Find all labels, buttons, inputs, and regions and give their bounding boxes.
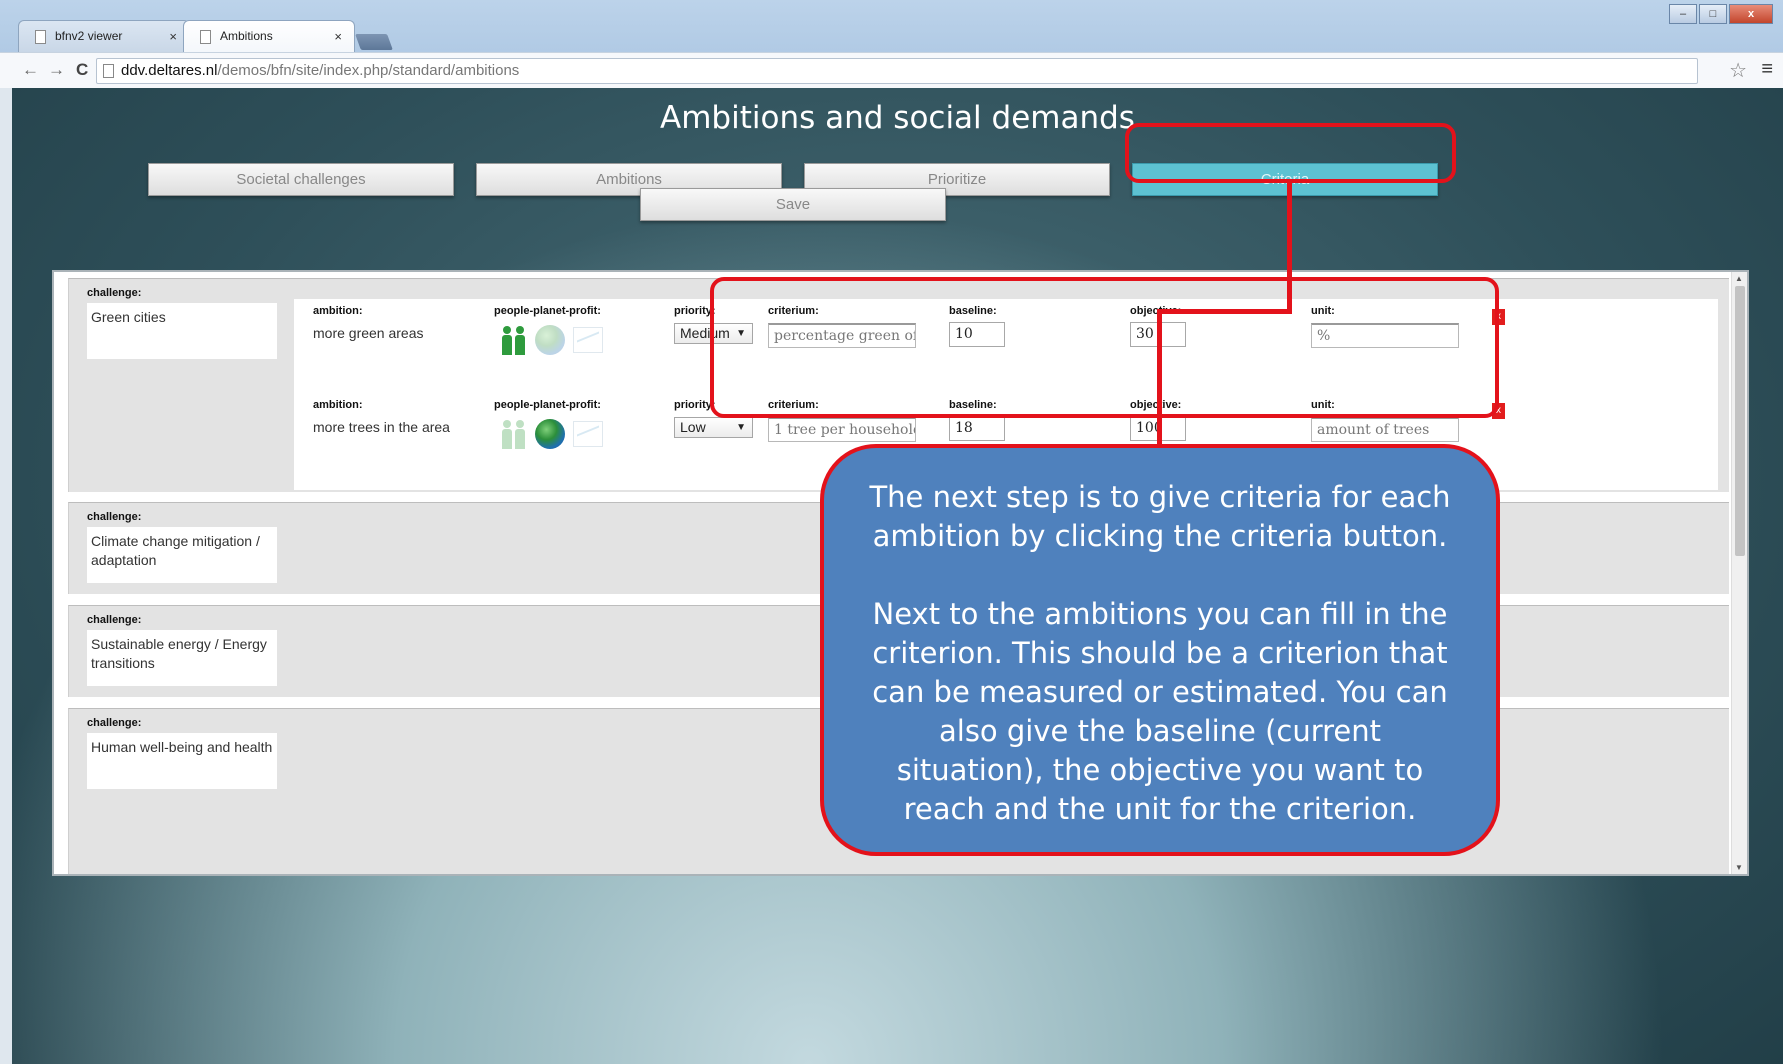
tab-close-icon[interactable]: × <box>334 29 342 44</box>
ppp-label: people-planet-profit: <box>494 305 601 317</box>
baseline-input[interactable]: 18 <box>949 416 1005 441</box>
tab-close-icon[interactable]: × <box>169 29 177 44</box>
browser-chrome: bfnv2 viewer × Ambitions × – □ x ← → C d… <box>0 0 1783 88</box>
menu-icon[interactable]: ≡ <box>1761 58 1773 81</box>
challenge-name: Human well-being and health <box>87 733 277 789</box>
ambition-label: ambition: <box>313 399 363 411</box>
bookmark-star-icon[interactable]: ☆ <box>1729 58 1747 83</box>
address-bar-row: ← → C ddv.deltares.nl/demos/bfn/site/ind… <box>0 52 1783 88</box>
reload-icon[interactable]: C <box>76 60 88 80</box>
profit-chart-icon[interactable] <box>573 421 603 447</box>
challenge-name: Climate change mitigation / adaptation <box>87 527 277 583</box>
priority-value: Low <box>680 419 706 435</box>
ppp-icons <box>501 419 603 449</box>
tab-ambitions[interactable]: Ambitions × <box>183 20 355 52</box>
page-icon <box>200 30 211 44</box>
ppp-label: people-planet-profit: <box>494 399 601 411</box>
scroll-up-icon[interactable]: ▲ <box>1735 274 1743 283</box>
maximize-button[interactable]: □ <box>1699 4 1727 24</box>
callout-paragraph: Next to the ambitions you can fill in th… <box>872 597 1448 826</box>
minimize-button[interactable]: – <box>1669 4 1697 24</box>
new-tab-button[interactable] <box>355 34 393 50</box>
page-icon <box>35 30 46 44</box>
ambition-name: more green areas <box>313 325 424 341</box>
challenge-name: Green cities <box>87 303 277 359</box>
dropdown-arrow-icon: ▼ <box>736 422 746 433</box>
challenge-name: Sustainable energy / Energy transitions <box>87 630 277 686</box>
address-input[interactable]: ddv.deltares.nl/demos/bfn/site/index.php… <box>96 58 1698 84</box>
criteria-highlight-box <box>1125 123 1456 183</box>
scrollbar-thumb[interactable] <box>1735 286 1745 556</box>
ppp-icons <box>501 325 603 355</box>
back-icon[interactable]: ← <box>22 60 39 80</box>
criteria-fields-highlight-box <box>710 277 1499 418</box>
criterium-input[interactable]: 1 tree per household (i <box>768 417 916 442</box>
ambition-name: more trees in the area <box>313 419 450 435</box>
close-window-button[interactable]: x <box>1729 4 1773 24</box>
profit-chart-icon[interactable] <box>573 327 603 353</box>
unit-input[interactable]: amount of trees <box>1311 417 1459 442</box>
ambition-label: ambition: <box>313 305 363 317</box>
instruction-callout: The next step is to give criteria for ea… <box>820 444 1500 856</box>
challenge-label: challenge: <box>87 511 142 523</box>
panel-scrollbar[interactable]: ▲ ▼ <box>1731 272 1747 874</box>
url-path: /demos/bfn/site/index.php/standard/ambit… <box>217 62 520 79</box>
planet-globe-icon[interactable] <box>535 325 565 355</box>
forward-icon[interactable]: → <box>48 60 65 80</box>
tab-bfnv2-viewer[interactable]: bfnv2 viewer × <box>18 20 190 52</box>
window-controls: – □ x <box>1669 4 1773 24</box>
page-title: Ambitions and social demands <box>660 100 1135 136</box>
challenge-label: challenge: <box>87 287 142 299</box>
challenge-label: challenge: <box>87 614 142 626</box>
tab-title: Ambitions <box>220 29 273 43</box>
url-host: ddv.deltares.nl <box>121 62 218 79</box>
scroll-down-icon[interactable]: ▼ <box>1735 863 1743 872</box>
save-button[interactable]: Save <box>640 188 946 221</box>
callout-paragraph: The next step is to give criteria for ea… <box>869 480 1451 553</box>
tab-title: bfnv2 viewer <box>55 29 123 43</box>
people-icon[interactable] <box>501 419 527 449</box>
societal-challenges-button[interactable]: Societal challenges <box>148 163 454 196</box>
people-icon[interactable] <box>501 325 527 355</box>
page-icon <box>103 64 114 78</box>
challenge-label: challenge: <box>87 717 142 729</box>
planet-globe-icon[interactable] <box>535 419 565 449</box>
priority-select[interactable]: Low ▼ <box>674 417 753 438</box>
